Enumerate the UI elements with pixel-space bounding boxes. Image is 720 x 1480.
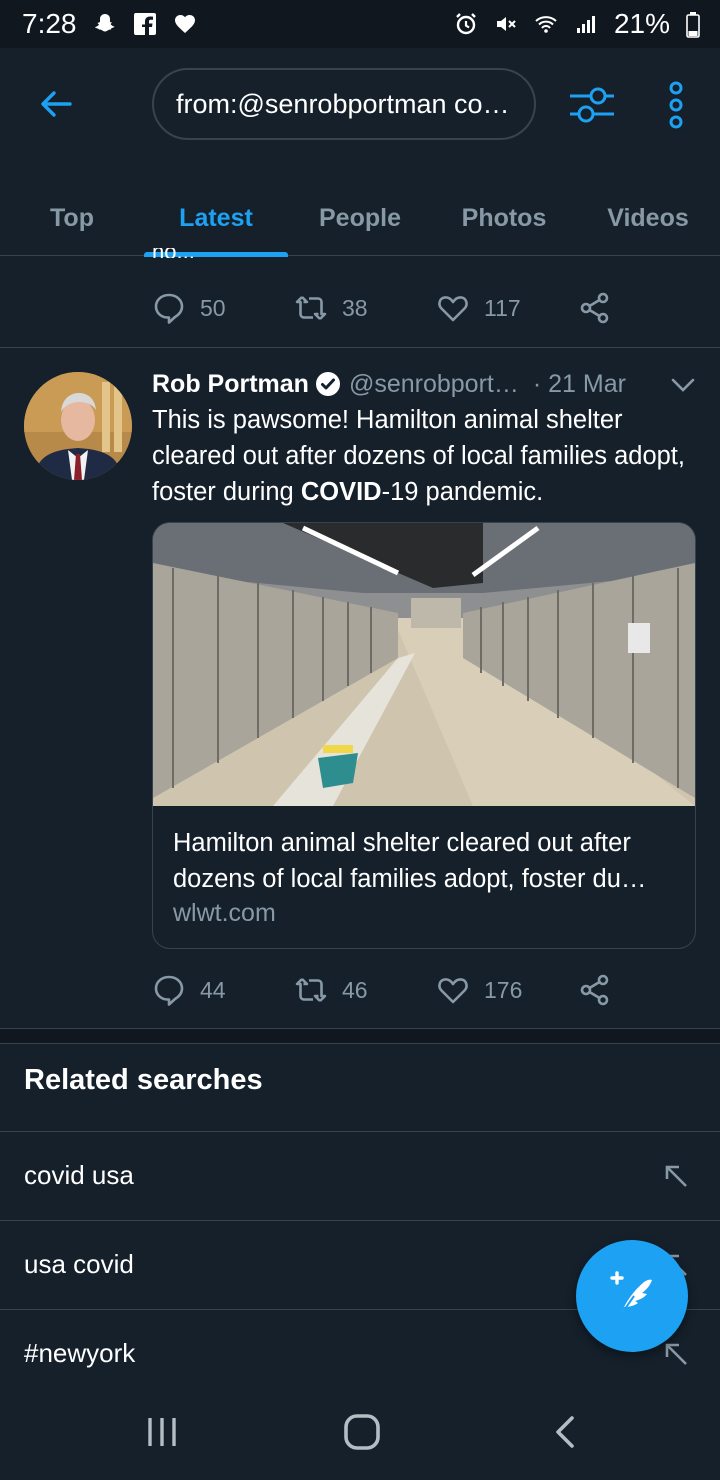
author-name[interactable]: Rob Portman xyxy=(152,370,309,399)
tweet-header: Rob Portman @senrobport… · 21 Mar xyxy=(152,364,700,404)
section-divider xyxy=(0,1043,720,1044)
search-query-text: from:@senrobportman co… xyxy=(176,88,510,119)
back-nav-button[interactable] xyxy=(546,1412,586,1452)
reply-button[interactable]: 44 xyxy=(152,973,294,1007)
chevron-down-icon[interactable] xyxy=(670,372,696,398)
filter-sliders-icon xyxy=(570,87,614,123)
share-button[interactable] xyxy=(578,973,720,1007)
battery-percent: 21% xyxy=(613,8,670,39)
more-vertical-icon xyxy=(669,81,683,129)
reply-count: 50 xyxy=(200,294,226,321)
home-button[interactable] xyxy=(342,1412,382,1452)
search-input[interactable]: from:@senrobportman co… xyxy=(152,68,536,140)
card-title: Hamilton animal shelter cleared out afte… xyxy=(173,825,679,897)
like-count: 176 xyxy=(484,976,523,1003)
retweet-count: 46 xyxy=(342,976,368,1003)
card-domain: wlwt.com xyxy=(173,899,276,927)
tab-latest[interactable]: Latest xyxy=(144,180,288,257)
card-image xyxy=(153,523,695,806)
card-title-line2: dozens of local families adopt, foster d… xyxy=(173,865,647,893)
tweet-divider xyxy=(0,347,720,348)
retweet-icon xyxy=(295,978,327,1002)
recent-apps-icon xyxy=(148,1418,176,1446)
tweet-actions: 44 46 176 xyxy=(152,965,720,1015)
related-search-item[interactable]: covid usa xyxy=(0,1131,720,1219)
retweet-button[interactable]: 38 xyxy=(294,291,436,325)
share-icon xyxy=(580,292,609,324)
tab-videos[interactable]: Videos xyxy=(576,180,720,256)
retweet-icon xyxy=(295,296,327,320)
tweet-text-highlight: COVID xyxy=(300,478,382,506)
share-icon xyxy=(580,974,609,1006)
link-preview-card[interactable]: Hamilton animal shelter cleared out afte… xyxy=(152,522,696,949)
tweet-timestamp: · 21 Mar xyxy=(532,369,626,398)
wifi-icon xyxy=(534,12,558,36)
back-button[interactable] xyxy=(36,84,76,124)
reply-icon xyxy=(154,293,184,324)
status-right: 21% xyxy=(454,8,700,40)
heart-icon xyxy=(438,296,468,322)
heart-icon xyxy=(438,978,468,1004)
previous-tweet-text: ho... xyxy=(152,248,232,258)
like-button[interactable]: 176 xyxy=(436,973,578,1007)
verified-badge-icon xyxy=(315,372,340,396)
compose-tweet-button[interactable] xyxy=(576,1240,688,1352)
search-filter-button[interactable] xyxy=(566,80,618,130)
home-icon xyxy=(344,1414,380,1450)
tab-people[interactable]: People xyxy=(288,180,432,256)
status-left: 7:28 xyxy=(22,8,197,40)
alarm-icon xyxy=(454,12,478,36)
related-search-label: usa covid xyxy=(24,1249,134,1279)
reply-count: 44 xyxy=(200,976,226,1003)
more-options-button[interactable] xyxy=(662,80,690,130)
like-button[interactable]: 117 xyxy=(436,291,578,325)
arrow-up-left-icon[interactable] xyxy=(662,1340,690,1368)
system-nav-bar xyxy=(0,1384,720,1480)
retweet-button[interactable]: 46 xyxy=(294,973,436,1007)
related-search-label: #newyork xyxy=(24,1338,136,1368)
search-tabs: Top Latest People Photos Videos xyxy=(0,180,720,257)
author-photo xyxy=(24,372,132,480)
status-bar: 7:28 21% xyxy=(0,0,720,48)
snapchat-icon xyxy=(93,12,117,36)
section-separator xyxy=(0,1029,720,1043)
reply-button[interactable]: 50 xyxy=(152,291,294,325)
previous-tweet-actions: 50 38 117 xyxy=(152,283,720,333)
related-search-label: covid usa xyxy=(24,1160,134,1190)
card-title-line1: Hamilton animal shelter cleared out afte… xyxy=(173,829,631,857)
back-arrow-icon xyxy=(41,91,72,117)
app-header: from:@senrobportman co… Top Latest Peopl… xyxy=(0,48,720,257)
tab-photos[interactable]: Photos xyxy=(432,180,576,256)
status-time: 7:28 xyxy=(22,8,77,39)
tweet-text: This is pawsome! Hamilton animal shelter… xyxy=(152,402,692,510)
avatar[interactable] xyxy=(24,372,132,480)
like-count: 117 xyxy=(484,294,521,321)
heart-status-icon xyxy=(173,12,197,36)
compose-feather-icon xyxy=(610,1271,652,1317)
arrow-up-left-icon[interactable] xyxy=(662,1162,690,1190)
reply-icon xyxy=(154,975,184,1006)
retweet-count: 38 xyxy=(342,294,368,321)
back-chevron-icon xyxy=(556,1416,574,1448)
tweet-text-part2: -19 pandemic. xyxy=(381,478,544,506)
mute-icon xyxy=(494,12,518,36)
recent-apps-button[interactable] xyxy=(142,1412,182,1452)
facebook-icon xyxy=(133,12,157,36)
tab-top[interactable]: Top xyxy=(0,180,144,256)
related-searches-title: Related searches xyxy=(24,1064,263,1096)
signal-icon xyxy=(574,12,598,36)
share-button[interactable] xyxy=(578,291,720,325)
battery-icon xyxy=(686,12,700,38)
author-handle[interactable]: @senrobport… xyxy=(349,370,519,399)
